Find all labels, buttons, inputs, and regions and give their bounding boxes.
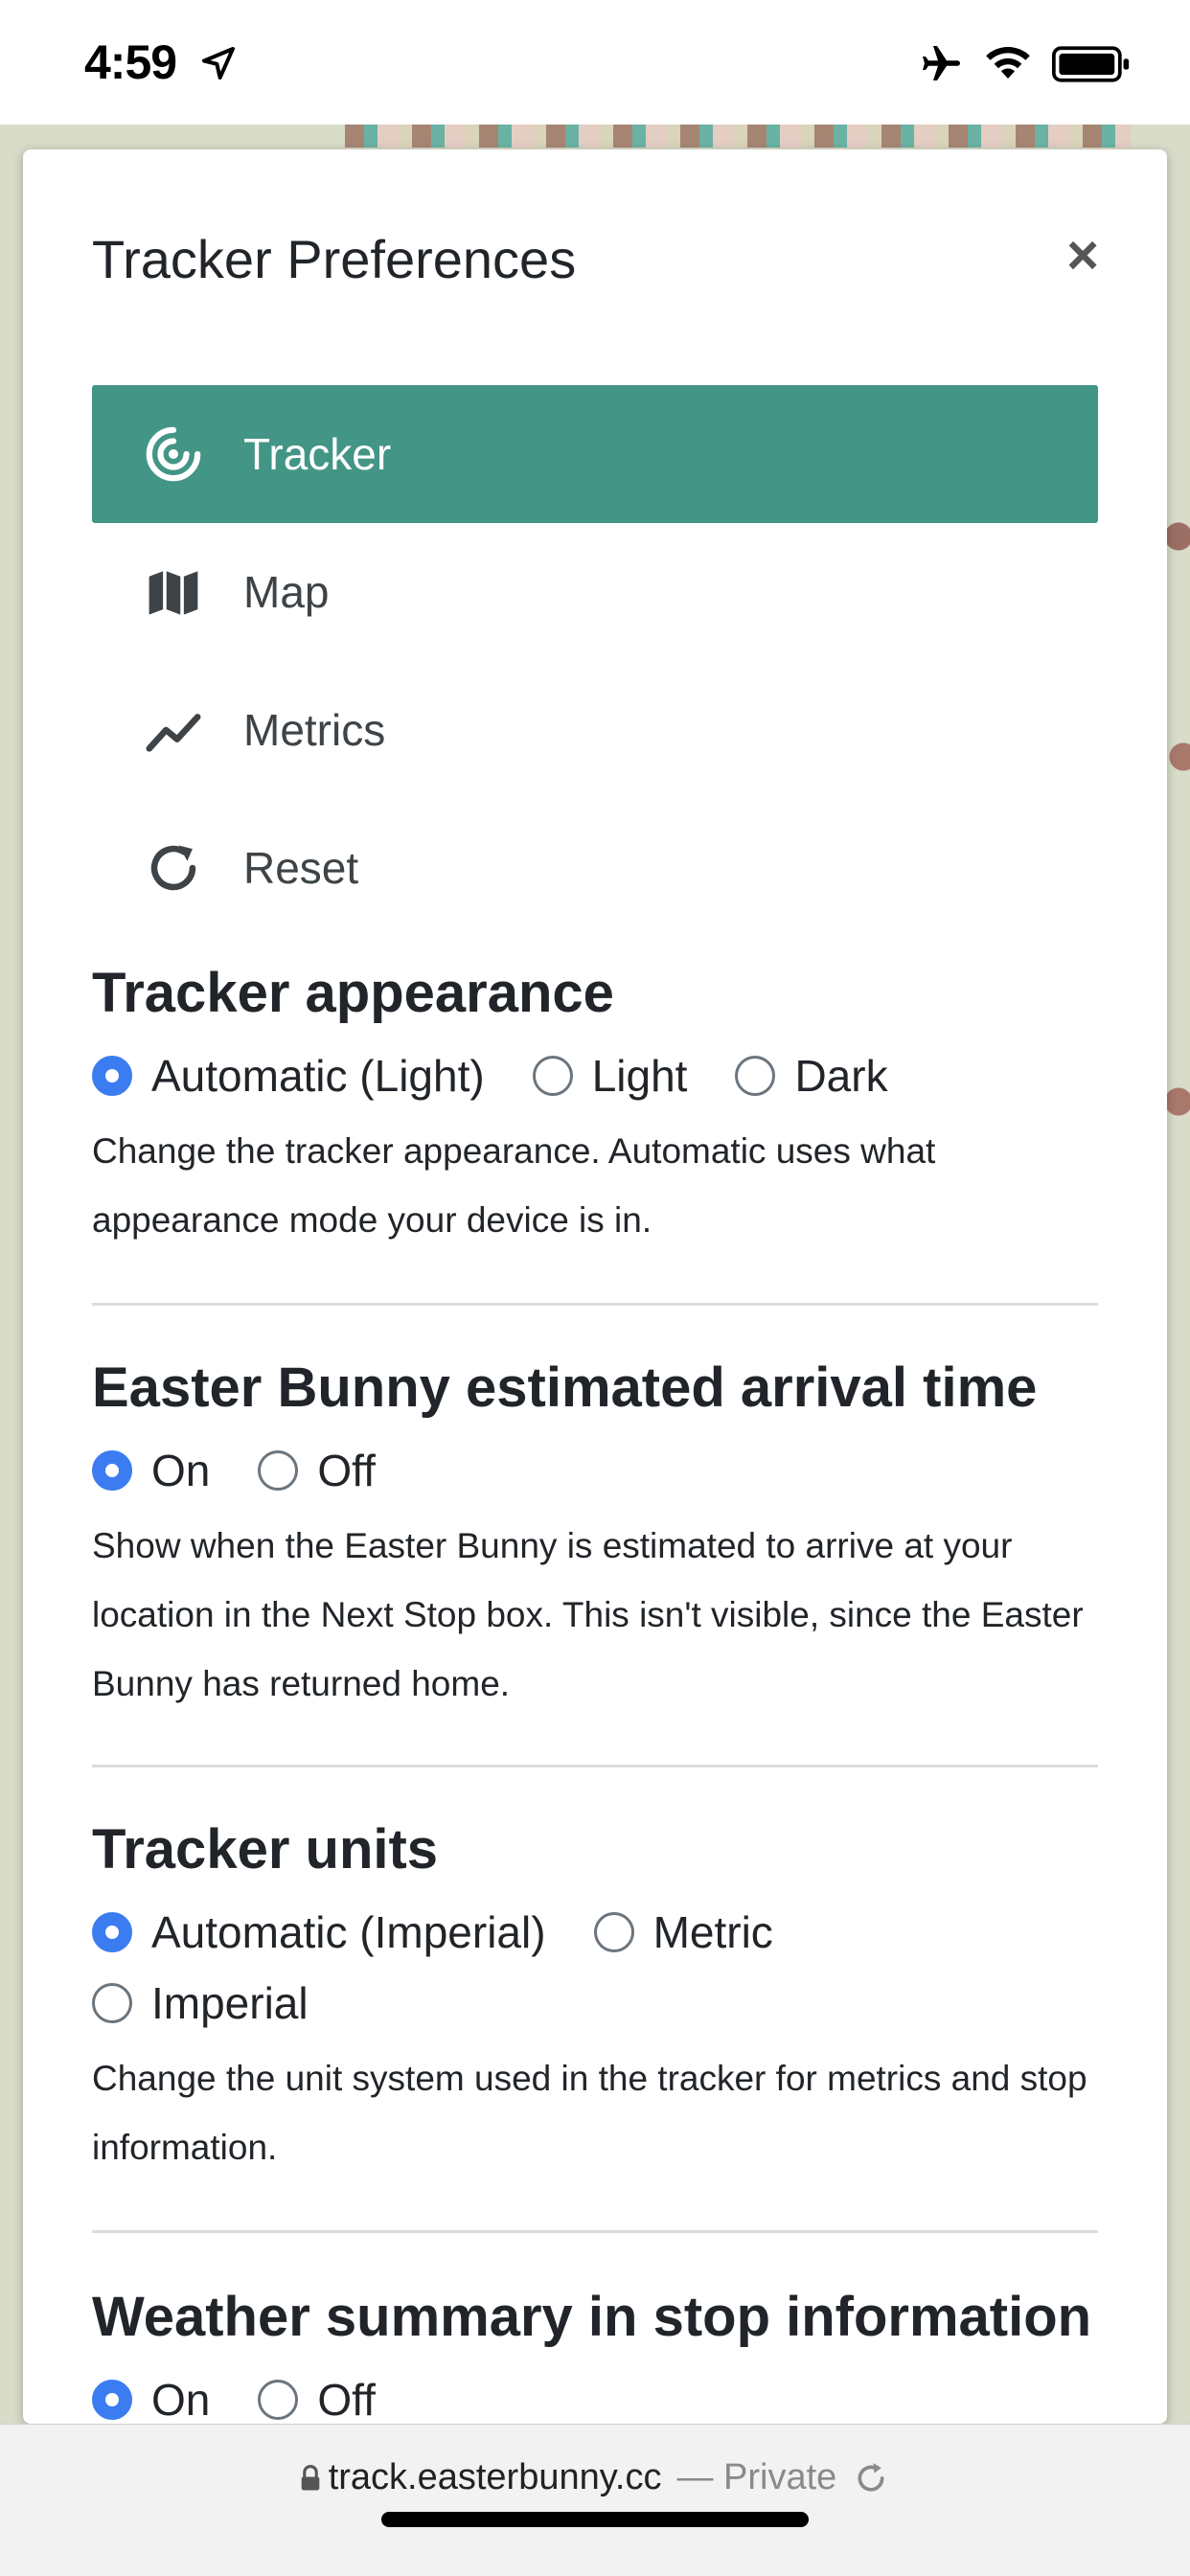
radio-appearance-dark[interactable]: Dark bbox=[735, 1040, 888, 1111]
radio-label: Off bbox=[317, 2375, 376, 2424]
map-icon bbox=[140, 559, 207, 626]
radio-label: Off bbox=[317, 1446, 376, 1495]
address-bar[interactable]: track.easterbunny.cc — Private bbox=[0, 2457, 1190, 2498]
radio-indicator bbox=[258, 2380, 299, 2420]
radio-units-automatic[interactable]: Automatic (Imperial) bbox=[92, 1897, 546, 1968]
url-text: track.easterbunny.cc bbox=[328, 2457, 662, 2497]
radio-label: On bbox=[151, 1446, 211, 1495]
nav-label-reset: Reset bbox=[243, 843, 359, 893]
divider bbox=[92, 1765, 1098, 1767]
nav-label-metrics: Metrics bbox=[243, 705, 386, 755]
home-indicator bbox=[381, 2512, 809, 2527]
arrival-title: Easter Bunny estimated arrival time bbox=[92, 1356, 1038, 1419]
tracker-target-icon bbox=[140, 421, 207, 488]
nav-item-reset[interactable]: Reset bbox=[92, 799, 1098, 937]
radio-label: Metric bbox=[652, 1907, 773, 1957]
radio-label: Dark bbox=[794, 1051, 888, 1101]
divider bbox=[92, 2230, 1098, 2233]
radio-label: Automatic (Light) bbox=[151, 1051, 485, 1101]
weather-options: On Off bbox=[92, 2364, 1098, 2424]
units-options: Automatic (Imperial) Metric Imperial bbox=[92, 1897, 858, 2039]
radio-label: Light bbox=[591, 1051, 688, 1101]
battery-icon bbox=[1052, 46, 1130, 82]
nav-label-map: Map bbox=[243, 567, 330, 617]
close-button[interactable]: × bbox=[1056, 224, 1110, 286]
weather-section: Weather summary in stop information On O… bbox=[92, 2284, 1098, 2424]
units-title: Tracker units bbox=[92, 1818, 439, 1881]
browser-bottom-bar: track.easterbunny.cc — Private bbox=[0, 2424, 1190, 2576]
radio-units-imperial[interactable]: Imperial bbox=[92, 1968, 309, 2039]
radio-label: Imperial bbox=[151, 1978, 309, 2028]
radio-arrival-on[interactable]: On bbox=[92, 1435, 210, 1506]
chart-line-icon bbox=[140, 696, 207, 764]
appearance-title: Tracker appearance bbox=[92, 962, 614, 1024]
appearance-options: Automatic (Light) Light Dark bbox=[92, 1040, 1098, 1111]
radio-indicator bbox=[92, 2380, 132, 2420]
units-description: Change the unit system used in the track… bbox=[92, 2059, 1087, 2167]
units-section: Tracker units Automatic (Imperial) Metri… bbox=[92, 1816, 1098, 2182]
radio-indicator bbox=[532, 1056, 573, 1096]
radio-indicator bbox=[92, 1912, 132, 1952]
status-bar: 4:59 bbox=[0, 0, 1190, 125]
modal-title: Tracker Preferences bbox=[92, 229, 577, 289]
radio-arrival-off[interactable]: Off bbox=[258, 1435, 376, 1506]
radio-indicator bbox=[92, 1056, 132, 1096]
airplane-icon bbox=[923, 46, 960, 80]
arrival-section: Easter Bunny estimated arrival time On O… bbox=[92, 1355, 1098, 1719]
radio-indicator bbox=[258, 1450, 299, 1491]
preferences-nav: Tracker Map Metrics Reset bbox=[92, 385, 1098, 937]
lock-icon bbox=[301, 2464, 320, 2490]
wifi-icon bbox=[986, 47, 1030, 79]
map-decoration bbox=[345, 125, 1131, 148]
preferences-modal: Tracker Preferences × Tracker Map Metric… bbox=[23, 149, 1167, 2424]
nav-item-metrics[interactable]: Metrics bbox=[92, 661, 1098, 799]
radio-indicator bbox=[735, 1056, 776, 1096]
radio-label: On bbox=[151, 2375, 211, 2424]
reset-icon bbox=[140, 834, 207, 901]
reload-icon[interactable] bbox=[852, 2459, 890, 2497]
radio-indicator bbox=[92, 1450, 132, 1491]
arrival-options: On Off bbox=[92, 1435, 1098, 1506]
arrival-description: Show when the Easter Bunny is estimated … bbox=[92, 1526, 1084, 1703]
radio-units-metric[interactable]: Metric bbox=[593, 1897, 773, 1968]
status-time: 4:59 bbox=[84, 35, 177, 89]
nav-item-tracker[interactable]: Tracker bbox=[92, 385, 1098, 523]
radio-weather-off[interactable]: Off bbox=[258, 2364, 376, 2424]
appearance-description: Change the tracker appearance. Automatic… bbox=[92, 1131, 936, 1240]
nav-item-map[interactable]: Map bbox=[92, 523, 1098, 661]
nav-label-tracker: Tracker bbox=[243, 429, 392, 479]
weather-title: Weather summary in stop information bbox=[92, 2286, 1092, 2348]
radio-label: Automatic (Imperial) bbox=[151, 1907, 546, 1957]
divider bbox=[92, 1303, 1098, 1306]
appearance-section: Tracker appearance Automatic (Light) Lig… bbox=[92, 960, 1098, 1255]
radio-appearance-light[interactable]: Light bbox=[532, 1040, 688, 1111]
radio-weather-on[interactable]: On bbox=[92, 2364, 210, 2424]
private-label: — Private bbox=[676, 2457, 837, 2497]
radio-indicator bbox=[593, 1912, 634, 1952]
radio-indicator bbox=[92, 1983, 132, 2023]
radio-appearance-automatic[interactable]: Automatic (Light) bbox=[92, 1040, 485, 1111]
location-arrow-icon bbox=[202, 47, 235, 80]
